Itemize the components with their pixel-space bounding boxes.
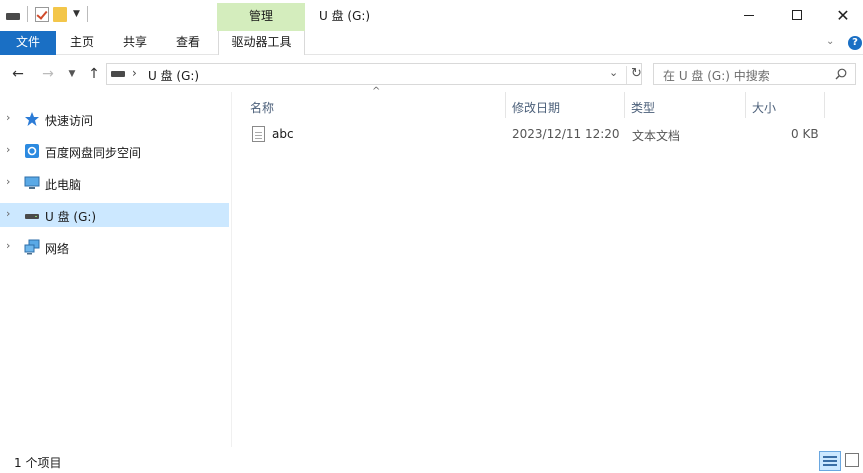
title-bar: ▼ 管理 U 盘 (G:) ✕ bbox=[0, 0, 863, 31]
address-bar[interactable]: › U 盘 (G:) ⌄ ↻ bbox=[106, 63, 642, 85]
column-header-modified[interactable]: 修改日期 bbox=[512, 96, 560, 120]
file-size: 0 KB bbox=[791, 127, 819, 141]
large-icons-view-button[interactable] bbox=[845, 453, 859, 467]
column-divider[interactable] bbox=[505, 92, 506, 118]
tab-view[interactable]: 查看 bbox=[170, 31, 206, 55]
file-name: abc bbox=[272, 127, 294, 141]
chevron-right-icon[interactable]: › bbox=[6, 239, 10, 252]
chevron-right-icon[interactable]: › bbox=[6, 143, 10, 156]
star-icon bbox=[25, 112, 39, 126]
column-divider[interactable] bbox=[745, 92, 746, 118]
column-divider[interactable] bbox=[824, 92, 825, 118]
text-file-icon bbox=[252, 126, 265, 142]
search-input[interactable]: 在 U 盘 (G:) 中搜索 bbox=[653, 63, 856, 85]
details-view-icon bbox=[823, 456, 837, 458]
minimize-icon bbox=[744, 14, 754, 16]
search-placeholder: 在 U 盘 (G:) 中搜索 bbox=[663, 69, 770, 83]
column-divider[interactable] bbox=[624, 92, 625, 118]
item-count: 1 个项目 bbox=[14, 456, 62, 470]
up-arrow-icon[interactable]: ↑ bbox=[84, 64, 104, 84]
sidebar-item-label: 此电脑 bbox=[45, 178, 82, 192]
close-button[interactable]: ✕ bbox=[820, 0, 863, 30]
baidu-netdisk-icon bbox=[25, 144, 39, 158]
close-icon: ✕ bbox=[836, 5, 850, 25]
recent-locations-icon[interactable]: ▼ bbox=[62, 64, 82, 84]
sidebar-item-label: 快速访问 bbox=[45, 114, 94, 128]
chevron-down-icon[interactable]: ⌄ bbox=[826, 36, 834, 47]
refresh-icon[interactable]: ↻ bbox=[626, 66, 642, 84]
drive-icon bbox=[111, 71, 125, 77]
sidebar-item-label: U 盘 (G:) bbox=[45, 210, 97, 224]
quick-access-toolbar: ▼ bbox=[6, 6, 91, 22]
chevron-down-icon[interactable]: ⌄ bbox=[609, 66, 618, 79]
sidebar-item-usb-drive[interactable]: › U 盘 (G:) bbox=[0, 203, 229, 227]
drive-icon[interactable] bbox=[6, 13, 20, 20]
sidebar-item-network[interactable]: › 网络 bbox=[0, 235, 229, 259]
back-arrow-icon[interactable]: ← bbox=[8, 64, 28, 84]
navigation-bar: ← → ▼ ↑ › U 盘 (G:) ⌄ ↻ 在 U 盘 (G:) 中搜索 bbox=[0, 56, 863, 92]
sidebar-item-this-pc[interactable]: › 此电脑 bbox=[0, 171, 229, 195]
sort-ascending-icon: ^ bbox=[372, 86, 381, 97]
window-title: U 盘 (G:) bbox=[319, 9, 371, 23]
properties-icon[interactable] bbox=[35, 6, 49, 22]
computer-icon bbox=[24, 176, 40, 189]
sidebar-item-quick-access[interactable]: › 快速访问 bbox=[0, 107, 229, 131]
column-header-type[interactable]: 类型 bbox=[631, 96, 655, 120]
file-type: 文本文档 bbox=[632, 129, 681, 143]
tab-file[interactable]: 文件 bbox=[0, 31, 56, 55]
column-header-size[interactable]: 大小 bbox=[752, 96, 776, 120]
file-modified: 2023/12/11 12:20 bbox=[512, 127, 620, 141]
tab-manage[interactable]: 管理 bbox=[217, 3, 305, 31]
tab-drive-tools[interactable]: 驱动器工具 bbox=[218, 31, 305, 55]
customize-toolbar-icon[interactable]: ▼ bbox=[73, 9, 80, 19]
details-view-icon bbox=[823, 464, 837, 466]
help-icon[interactable]: ? bbox=[848, 36, 862, 50]
toolbar-divider bbox=[27, 6, 28, 22]
navigation-pane: › 快速访问 › 百度网盘同步空间 › 此电脑 › U 盘 (G:) › 网络 bbox=[0, 92, 231, 447]
tab-share[interactable]: 共享 bbox=[117, 31, 153, 55]
details-view-icon bbox=[823, 460, 837, 462]
file-list-view[interactable]: ^ 名称 修改日期 类型 大小 abc 2023/12/11 12:20 文本文… bbox=[231, 86, 863, 447]
column-header-name[interactable]: 名称 bbox=[250, 96, 274, 120]
new-folder-icon[interactable] bbox=[53, 6, 67, 22]
chevron-right-icon[interactable]: › bbox=[6, 207, 10, 220]
breadcrumb[interactable]: U 盘 (G:) bbox=[148, 67, 199, 84]
details-view-button[interactable] bbox=[819, 451, 841, 471]
table-row[interactable]: abc 2023/12/11 12:20 文本文档 0 KB bbox=[246, 122, 836, 146]
sidebar-item-label: 网络 bbox=[45, 242, 70, 256]
usb-drive-icon bbox=[25, 214, 39, 219]
search-icon[interactable] bbox=[835, 68, 847, 80]
chevron-right-icon[interactable]: › bbox=[6, 175, 10, 188]
maximize-button[interactable] bbox=[774, 0, 820, 30]
chevron-right-icon[interactable]: › bbox=[6, 111, 10, 124]
sidebar-item-label: 百度网盘同步空间 bbox=[45, 146, 142, 160]
network-icon bbox=[24, 239, 40, 255]
breadcrumb-separator[interactable]: › bbox=[132, 66, 137, 80]
toolbar-divider bbox=[86, 6, 88, 22]
forward-arrow-icon[interactable]: → bbox=[38, 64, 58, 84]
ribbon-tabs: 文件 主页 共享 查看 驱动器工具 ⌄ ? bbox=[0, 31, 863, 55]
status-bar: 1 个项目 bbox=[0, 447, 863, 473]
minimize-button[interactable] bbox=[726, 0, 772, 30]
tab-home[interactable]: 主页 bbox=[64, 31, 100, 55]
maximize-icon bbox=[792, 10, 802, 20]
sidebar-item-baidu-netdisk[interactable]: › 百度网盘同步空间 bbox=[0, 139, 229, 163]
